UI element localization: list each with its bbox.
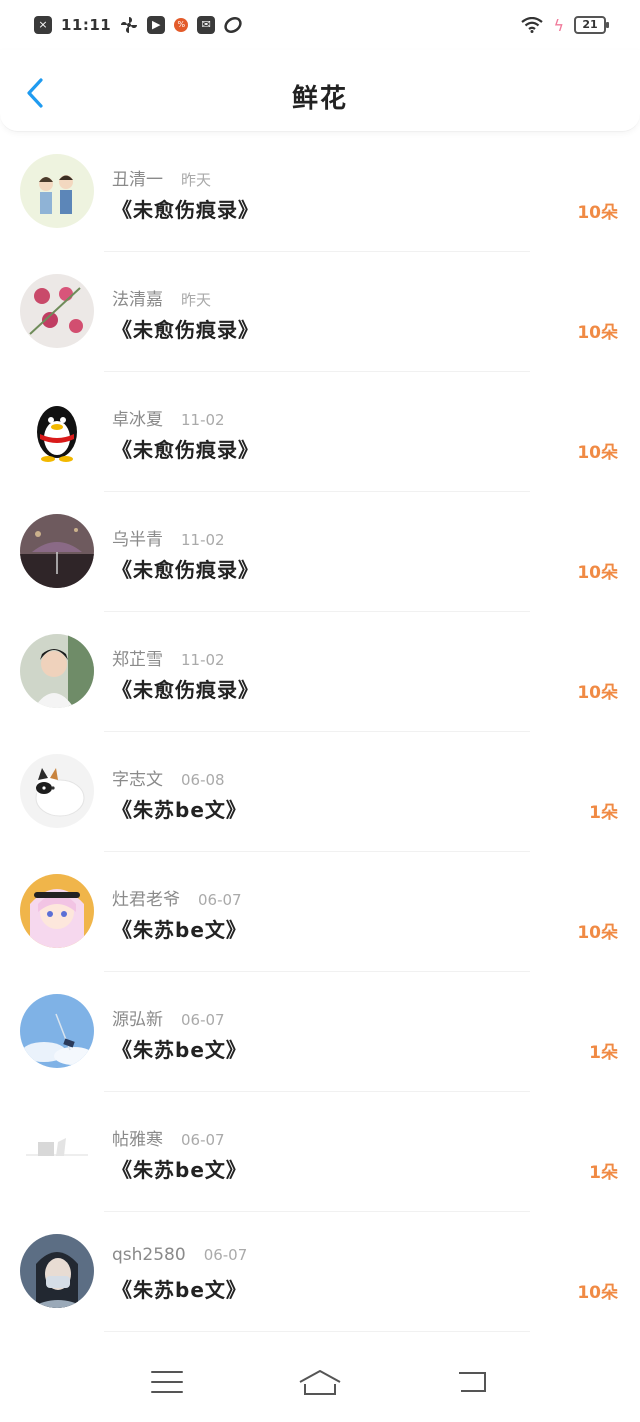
user-name[interactable]: 郑芷雪: [112, 645, 163, 670]
user-name[interactable]: qsh2580: [112, 1245, 186, 1265]
divider: [104, 1331, 530, 1332]
flower-amount: 10朵: [577, 323, 618, 343]
wifi-icon: [521, 17, 544, 33]
play-icon: ▶: [147, 16, 166, 34]
flower-amount: 10朵: [577, 923, 618, 943]
list-item[interactable]: 丑清一 昨天 《未愈伤痕录》 10朵: [0, 132, 640, 252]
item-time: 06-07: [198, 891, 242, 909]
charging-icon: ϟ: [553, 15, 564, 35]
work-title[interactable]: 《未愈伤痕录》: [112, 194, 259, 223]
menu-button[interactable]: [144, 1367, 190, 1397]
flower-list: 丑清一 昨天 《未愈伤痕录》 10朵 法清嘉 昨天 《未愈伤痕录》 10朵 卓冰…: [0, 132, 640, 1332]
list-item[interactable]: 源弘新 06-07 《朱苏be文》 1朵: [0, 972, 640, 1092]
item-time: 昨天: [181, 291, 212, 309]
item-time: 昨天: [181, 171, 212, 189]
avatar[interactable]: [20, 274, 94, 348]
user-name[interactable]: 字志文: [112, 765, 163, 790]
user-name[interactable]: 灶君老爷: [112, 885, 180, 910]
item-meta: 郑芷雪 11-02: [112, 645, 225, 670]
work-title[interactable]: 《朱苏be文》: [112, 1274, 247, 1303]
status-time: 11:11: [61, 16, 112, 34]
avatar[interactable]: [20, 994, 94, 1068]
flower-amount: 1朵: [589, 1163, 618, 1183]
status-right: ϟ 21: [521, 15, 609, 35]
app-icon: %: [174, 18, 189, 32]
home-button[interactable]: [297, 1367, 343, 1397]
item-time: 11-02: [181, 651, 225, 669]
work-title[interactable]: 《未愈伤痕录》: [112, 314, 259, 343]
work-title[interactable]: 《未愈伤痕录》: [112, 554, 259, 583]
item-meta: 帖雅寒 06-07: [112, 1125, 225, 1150]
battery-indicator: 21: [574, 16, 609, 34]
item-meta: 丑清一 昨天: [112, 165, 211, 190]
leaf-icon: [224, 17, 242, 33]
status-bar: × 11:11 ▶ % ✉ ϟ 21: [0, 0, 640, 50]
list-item[interactable]: 法清嘉 昨天 《未愈伤痕录》 10朵: [0, 252, 640, 372]
flower-amount: 10朵: [577, 683, 618, 703]
user-name[interactable]: 法清嘉: [112, 285, 163, 310]
item-time: 11-02: [181, 531, 225, 549]
user-name[interactable]: 乌半青: [112, 525, 163, 550]
home-icon: [299, 1370, 341, 1395]
item-meta: 字志文 06-08: [112, 765, 225, 790]
flower-amount: 10朵: [577, 203, 618, 223]
list-item[interactable]: qsh2580 06-07 《朱苏be文》 10朵: [0, 1212, 640, 1332]
list-item[interactable]: 乌半青 11-02 《未愈伤痕录》 10朵: [0, 492, 640, 612]
list-item[interactable]: 灶君老爷 06-07 《朱苏be文》 10朵: [0, 852, 640, 972]
page-title: 鲜花: [291, 84, 348, 114]
avatar[interactable]: [20, 754, 94, 828]
item-meta: 源弘新 06-07: [112, 1005, 225, 1030]
list-item[interactable]: 字志文 06-08 《朱苏be文》 1朵: [0, 732, 640, 852]
avatar[interactable]: [20, 514, 94, 588]
user-name[interactable]: 源弘新: [112, 1005, 163, 1030]
flower-amount: 10朵: [577, 1283, 618, 1303]
x-icon: ×: [34, 16, 52, 34]
avatar[interactable]: [20, 634, 94, 708]
work-title[interactable]: 《朱苏be文》: [112, 794, 247, 823]
item-meta: 灶君老爷 06-07: [112, 885, 242, 910]
app-screen: × 11:11 ▶ % ✉ ϟ 21 鲜花 丑清一 昨天 《未愈伤痕录》 10朵…: [0, 0, 640, 1422]
item-meta: qsh2580 06-07: [112, 1245, 247, 1265]
user-name[interactable]: 卓冰夏: [112, 405, 163, 430]
user-name[interactable]: 丑清一: [112, 165, 163, 190]
user-name[interactable]: 帖雅寒: [112, 1125, 163, 1150]
header: 鲜花: [0, 50, 640, 132]
item-time: 06-07: [181, 1131, 225, 1149]
avatar[interactable]: [20, 1114, 94, 1188]
work-title[interactable]: 《未愈伤痕录》: [112, 434, 259, 463]
list-item[interactable]: 郑芷雪 11-02 《未愈伤痕录》 10朵: [0, 612, 640, 732]
system-nav-bar: [0, 1342, 640, 1422]
work-title[interactable]: 《朱苏be文》: [112, 914, 247, 943]
item-meta: 法清嘉 昨天: [112, 285, 211, 310]
system-back-button[interactable]: [450, 1367, 496, 1397]
flower-amount: 1朵: [589, 1043, 618, 1063]
menu-icon: [150, 1371, 183, 1393]
back-icon: [459, 1372, 487, 1392]
item-time: 11-02: [181, 411, 225, 429]
flower-amount: 1朵: [589, 803, 618, 823]
status-left: × 11:11 ▶ % ✉: [34, 16, 242, 34]
list-item[interactable]: 卓冰夏 11-02 《未愈伤痕录》 10朵: [0, 372, 640, 492]
avatar[interactable]: [20, 154, 94, 228]
item-time: 06-07: [181, 1011, 225, 1029]
item-time: 06-08: [181, 771, 225, 789]
work-title[interactable]: 《朱苏be文》: [112, 1034, 247, 1063]
item-time: 06-07: [203, 1246, 248, 1264]
flower-amount: 10朵: [577, 443, 618, 463]
avatar[interactable]: [20, 1234, 94, 1308]
list-item[interactable]: 帖雅寒 06-07 《朱苏be文》 1朵: [0, 1092, 640, 1212]
item-meta: 卓冰夏 11-02: [112, 405, 225, 430]
mail-icon: ✉: [197, 16, 216, 34]
avatar[interactable]: [20, 874, 94, 948]
fan-icon: [121, 17, 138, 33]
work-title[interactable]: 《朱苏be文》: [112, 1154, 247, 1183]
item-meta: 乌半青 11-02: [112, 525, 225, 550]
avatar[interactable]: [20, 394, 94, 468]
flower-amount: 10朵: [577, 563, 618, 583]
work-title[interactable]: 《未愈伤痕录》: [112, 674, 259, 703]
